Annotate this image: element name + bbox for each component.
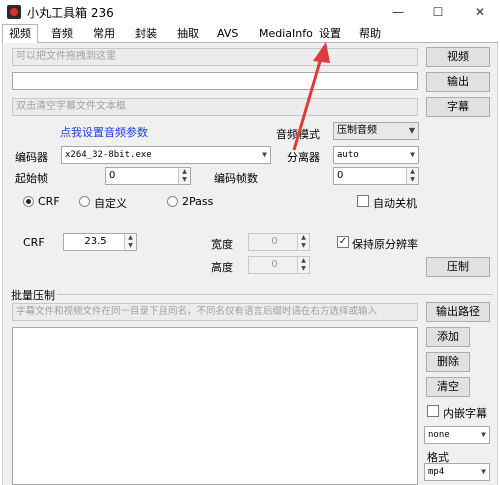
arrow-shaft xyxy=(292,57,323,151)
arrow-head xyxy=(313,42,330,63)
annotation-arrow xyxy=(292,42,330,151)
